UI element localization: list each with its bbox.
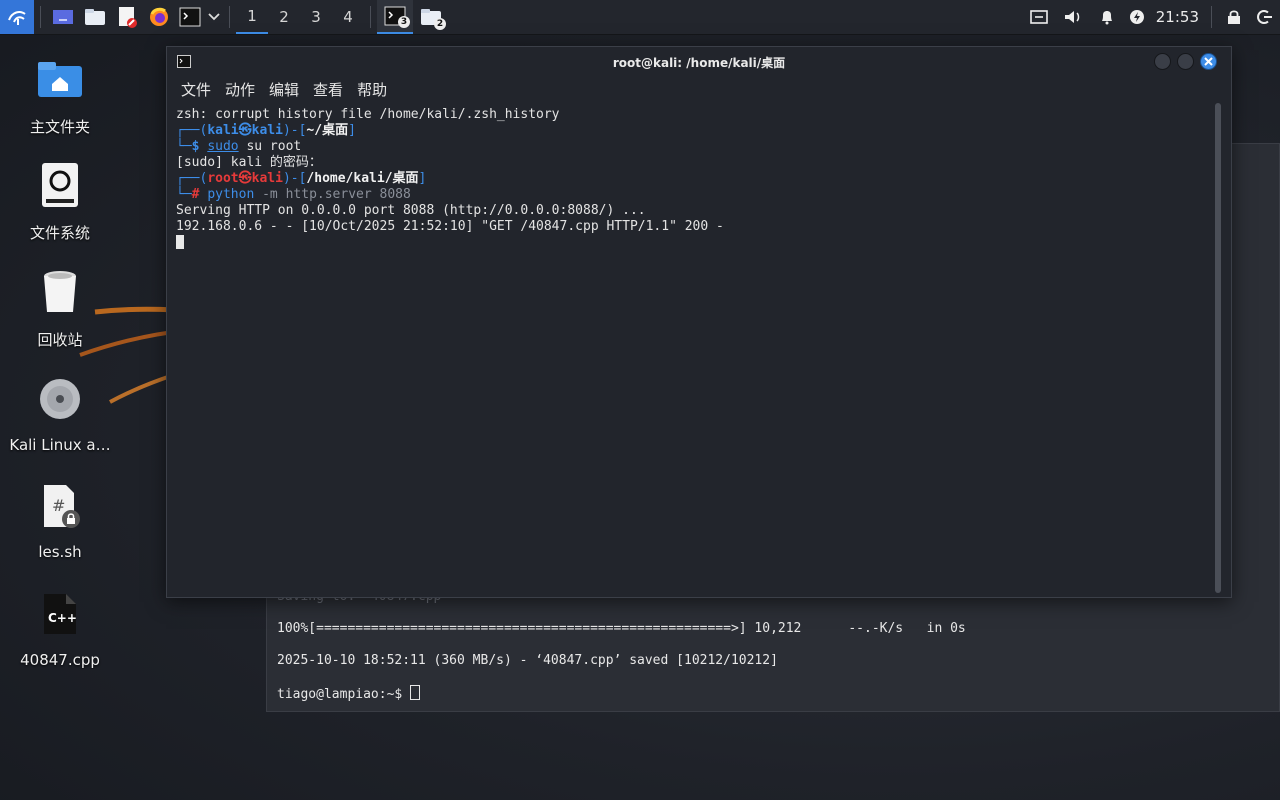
prompt-line: ┌──(root㉿kali)-[/home/kali/桌面] xyxy=(176,171,427,186)
bg-terminal-cursor xyxy=(410,685,421,700)
logout-icon xyxy=(1257,10,1272,24)
bg-terminal-prompt[interactable]: tiago@lampiao:~$ xyxy=(277,685,421,702)
drive-icon xyxy=(42,163,78,207)
prompt-line: ┌──(kali㉿kali)-[~/桌面] xyxy=(176,123,356,138)
kali-logo-icon xyxy=(8,11,26,25)
terminal-line: [sudo] kali 的密码： xyxy=(176,155,322,170)
menu-view[interactable]: 查看 xyxy=(313,79,343,100)
close-icon xyxy=(1204,57,1213,66)
scrollbar[interactable] xyxy=(1215,103,1221,593)
taskbar-separator xyxy=(40,6,41,28)
text-editor-icon xyxy=(119,7,137,28)
terminal-line: zsh: corrupt history file /home/kali/.zs… xyxy=(176,107,560,122)
network-icon xyxy=(1029,10,1048,24)
terminal-icon xyxy=(177,55,191,68)
terminal-titlebar[interactable]: root@kali: /home/kali/桌面 xyxy=(167,47,1231,77)
terminal-launcher[interactable] xyxy=(175,0,205,34)
text-cursor xyxy=(176,235,184,249)
terminal-icon xyxy=(179,7,201,27)
taskbar-separator xyxy=(229,6,230,28)
wget-progress-line: 100%[===================================… xyxy=(277,621,966,636)
command-line: └─# python -m http.server 8088 xyxy=(176,187,411,202)
text-editor-launcher[interactable] xyxy=(111,0,143,34)
minimize-button[interactable] xyxy=(1154,53,1171,70)
trash-icon xyxy=(44,271,76,312)
workspace-2[interactable]: 2 xyxy=(268,0,300,34)
logout-button[interactable] xyxy=(1250,0,1280,34)
menu-actions[interactable]: 动作 xyxy=(225,79,255,100)
network-button[interactable] xyxy=(1022,0,1056,34)
command-line: └─$ sudo su root xyxy=(176,139,302,154)
svg-text:C++: C++ xyxy=(48,611,77,625)
workspace-4[interactable]: 4 xyxy=(332,0,364,34)
firefox-icon xyxy=(150,7,168,26)
power-plug-icon xyxy=(1129,10,1144,24)
window-title: root@kali: /home/kali/桌面 xyxy=(612,55,786,70)
window-count-badge: 2 xyxy=(434,18,446,30)
menu-help[interactable]: 帮助 xyxy=(357,79,387,100)
desktop-icon-40847-cpp[interactable]: C++ 40847.cpp xyxy=(0,585,120,669)
terminal-line: Serving HTTP on 0.0.0.0 port 8088 (http:… xyxy=(176,203,646,218)
window-count-badge: 3 xyxy=(398,16,410,28)
volume-icon xyxy=(1064,11,1080,23)
clock[interactable]: 21:53 xyxy=(1156,8,1199,26)
workspace-1[interactable]: 1 xyxy=(236,0,268,34)
lock-screen-button[interactable] xyxy=(1218,0,1250,34)
chevron-down-icon xyxy=(208,13,220,21)
terminal-menubar: 文件 动作 编辑 查看 帮助 xyxy=(167,77,1231,101)
folder-icon xyxy=(85,9,105,25)
cursor-line xyxy=(176,235,1209,251)
file-manager-launcher[interactable] xyxy=(79,0,111,34)
bell-icon xyxy=(1101,11,1112,25)
kali-menu-button[interactable] xyxy=(0,0,34,34)
desktop-icon-trash[interactable]: 回收站 xyxy=(0,263,120,350)
shell-script-file-icon: # xyxy=(44,485,80,528)
desktop-icon-les-sh[interactable]: # les.sh xyxy=(0,477,120,561)
close-button[interactable] xyxy=(1200,53,1217,70)
menu-file[interactable]: 文件 xyxy=(181,79,211,100)
taskbar-files-group[interactable]: 2 xyxy=(413,0,449,34)
firefox-launcher[interactable] xyxy=(143,0,175,34)
desktop-icon-home-folder[interactable]: 主文件夹 xyxy=(0,50,120,137)
desktop-icon-kali-disc[interactable]: Kali Linux a… xyxy=(0,370,120,454)
desktop-icon xyxy=(53,10,73,24)
taskbar: 1 2 3 4 3 2 21:53 xyxy=(0,0,1280,35)
taskbar-separator xyxy=(370,6,371,28)
home-folder-icon xyxy=(38,62,82,97)
menu-edit[interactable]: 编辑 xyxy=(269,79,299,100)
cpp-file-icon: C++ xyxy=(44,594,77,634)
terminal-output[interactable]: zsh: corrupt history file /home/kali/.zs… xyxy=(176,107,1209,591)
maximize-button[interactable] xyxy=(1177,53,1194,70)
terminal-window[interactable]: root@kali: /home/kali/桌面 文件 动作 编辑 查看 帮助 … xyxy=(166,46,1232,598)
power-manager-button[interactable] xyxy=(1124,0,1150,34)
wget-saved-line: 2025-10-10 18:52:11 (360 MB/s) - ‘40847.… xyxy=(277,653,778,668)
system-tray: 21:53 xyxy=(1022,0,1280,34)
workspace-3[interactable]: 3 xyxy=(300,0,332,34)
volume-button[interactable] xyxy=(1056,0,1090,34)
svg-text:#: # xyxy=(52,496,65,515)
terminal-line: 192.168.0.6 - - [10/Oct/2025 21:52:10] "… xyxy=(176,219,724,234)
desktop-icon-filesystem[interactable]: 文件系统 xyxy=(0,156,120,243)
taskbar-terminal-group[interactable]: 3 xyxy=(377,0,413,34)
show-desktop-button[interactable] xyxy=(47,0,79,34)
notifications-button[interactable] xyxy=(1090,0,1124,34)
terminal-launcher-dropdown[interactable] xyxy=(205,0,223,34)
taskbar-separator xyxy=(1211,6,1212,28)
optical-disc-icon xyxy=(40,379,80,419)
lock-icon xyxy=(1228,10,1240,24)
